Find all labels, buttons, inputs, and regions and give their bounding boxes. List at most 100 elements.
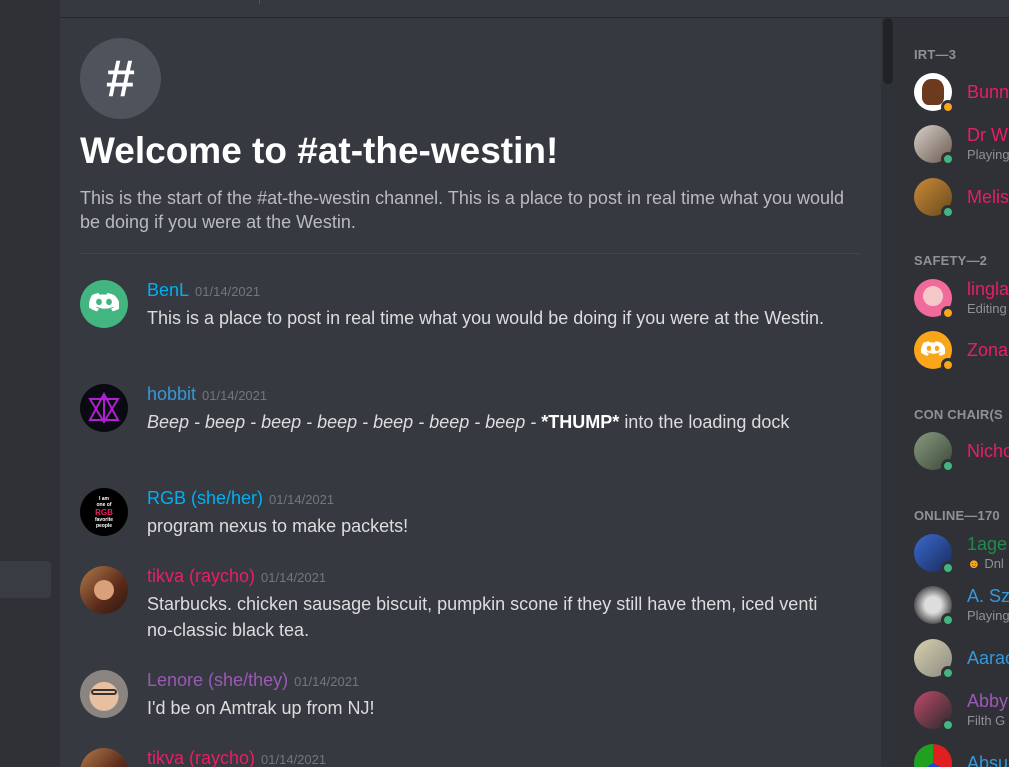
selected-channel-item[interactable]	[0, 561, 51, 598]
timestamp: 01/14/2021	[269, 492, 335, 507]
message-text-bold: *THUMP*	[541, 412, 620, 432]
glasses-icon	[91, 689, 117, 695]
status-idle-icon	[941, 358, 955, 372]
chat-area: # Welcome to #at-the-westin! This is the…	[60, 18, 881, 767]
status-online-icon	[941, 561, 955, 575]
discord-logo-icon	[89, 293, 119, 312]
top-bar-divider	[259, 0, 260, 4]
welcome-description: This is the start of the #at-the-westin …	[80, 188, 845, 232]
member-name: Melis	[967, 187, 1009, 207]
message-text: Starbucks. chicken sausage biscuit, pump…	[147, 594, 818, 640]
timestamp: 01/14/2021	[195, 284, 261, 299]
top-bar	[60, 0, 1009, 18]
status-idle-icon	[941, 100, 955, 114]
message-header: hobbit 01/14/2021	[147, 384, 267, 405]
message-item: hobbit 01/14/2021 Beep - beep - beep - be…	[80, 384, 840, 464]
message-header: Lenore (she/they) 01/14/2021	[147, 670, 359, 691]
member-item[interactable]: lingla Editing	[914, 279, 1009, 320]
author-name[interactable]: RGB (she/her)	[147, 488, 263, 508]
timestamp: 01/14/2021	[261, 752, 327, 767]
timestamp: 01/14/2021	[261, 570, 327, 585]
member-group-header: ONLINE—170	[914, 508, 1000, 523]
member-item[interactable]: Melis	[914, 178, 1009, 219]
avatar[interactable]	[80, 280, 128, 328]
status-online-icon	[941, 152, 955, 166]
member-activity-text: Dnl	[984, 556, 1004, 571]
server-channel-sidebar	[0, 0, 60, 767]
member-item[interactable]: Zona	[914, 331, 1009, 372]
member-item[interactable]: Bunn	[914, 73, 1009, 114]
author-name[interactable]: Lenore (she/they)	[147, 670, 288, 690]
message-item: BenL 01/14/2021 This is a place to post i…	[80, 280, 840, 360]
member-item[interactable]: 1age ☻ Dnl	[914, 534, 1009, 575]
message-item: tikva (raycho) 01/14/2021 Starbucks. chic…	[80, 566, 840, 646]
timestamp: 01/14/2021	[202, 388, 268, 403]
message-item: tikva (raycho) 01/14/2021	[80, 748, 840, 767]
member-name: Bunn	[967, 82, 1009, 102]
member-item[interactable]: Nicho	[914, 432, 1009, 473]
member-name: lingla	[967, 279, 1009, 299]
chat-scrollbar[interactable]	[881, 18, 895, 767]
timestamp: 01/14/2021	[294, 674, 360, 689]
occult-symbol-icon	[88, 391, 120, 424]
member-activity: Playing	[967, 608, 1009, 623]
member-list: IRT—3 Bunn Dr W Playing Melis SAFETY—2 l…	[895, 18, 1009, 767]
message-text: program nexus to make packets!	[147, 516, 409, 536]
member-item[interactable]: Absu	[914, 744, 1009, 767]
author-name[interactable]: BenL	[147, 280, 189, 300]
avatar	[914, 744, 952, 767]
message-header: tikva (raycho) 01/14/2021	[147, 566, 326, 587]
member-name: Dr W	[967, 125, 1008, 145]
status-idle-icon	[941, 306, 955, 320]
message-header: tikva (raycho) 01/14/2021	[147, 748, 326, 767]
status-online-icon	[941, 718, 955, 732]
message-header: RGB (she/her) 01/14/2021	[147, 488, 334, 509]
message-text-italic: Beep - beep - beep - beep - beep - beep …	[147, 412, 542, 432]
member-name: Absu	[967, 753, 1009, 767]
message-item: I am one of RGB favorite people RGB (she…	[80, 488, 840, 544]
member-name: Aarac	[967, 648, 1009, 668]
message-text: Beep - beep - beep - beep - beep - beep …	[147, 409, 827, 435]
member-name: Zona	[967, 340, 1009, 360]
message-text-rest: into the loading dock	[624, 412, 790, 432]
author-name[interactable]: tikva (raycho)	[147, 566, 255, 586]
member-activity: Filth G	[967, 713, 1006, 728]
avatar[interactable]	[80, 384, 128, 432]
member-activity: Editing	[967, 301, 1007, 316]
welcome-title: Welcome to #at-the-westin!	[80, 130, 559, 171]
bunny-costume-icon	[922, 79, 944, 105]
welcome-divider	[80, 253, 860, 254]
member-group-header: CON CHAIR(S	[914, 407, 1003, 422]
avatar-face	[94, 580, 114, 600]
member-activity: Playing	[967, 147, 1009, 162]
avatar[interactable]	[80, 670, 128, 718]
author-name[interactable]: tikva (raycho)	[147, 748, 255, 767]
message-item: Lenore (she/they) 01/14/2021 I'd be on Am…	[80, 670, 840, 726]
avatar[interactable]	[80, 566, 128, 614]
avatar[interactable]	[80, 748, 128, 767]
avatar-text: people	[95, 522, 113, 529]
smiley-emoji-icon: ☻	[967, 556, 981, 571]
discord-logo-icon	[921, 341, 945, 356]
status-online-icon	[941, 613, 955, 627]
avatar-text: RGB	[95, 507, 113, 517]
member-activity: ☻ Dnl	[967, 556, 1004, 571]
member-group-header: SAFETY—2	[914, 253, 988, 268]
status-online-icon	[941, 205, 955, 219]
channel-hash-icon: #	[80, 38, 161, 119]
scrollbar-thumb[interactable]	[883, 18, 893, 84]
member-item[interactable]: Dr W Playing	[914, 125, 1009, 166]
member-name: Abby	[967, 691, 1009, 711]
member-item[interactable]: A. Sz Playing	[914, 586, 1009, 627]
avatar[interactable]: I am one of RGB favorite people	[80, 488, 128, 536]
message-text: I'd be on Amtrak up from NJ!	[147, 698, 375, 718]
member-item[interactable]: Aarac	[914, 639, 1009, 680]
member-name: Nicho	[967, 441, 1009, 461]
message-text: This is a place to post in real time wha…	[147, 308, 825, 328]
member-name: A. Sz	[967, 586, 1009, 606]
member-item[interactable]: Abby Filth G	[914, 691, 1009, 732]
member-group-header: IRT—3	[914, 47, 957, 62]
status-mobile-icon	[941, 666, 955, 680]
author-name[interactable]: hobbit	[147, 384, 196, 404]
message-header: BenL 01/14/2021	[147, 280, 260, 301]
